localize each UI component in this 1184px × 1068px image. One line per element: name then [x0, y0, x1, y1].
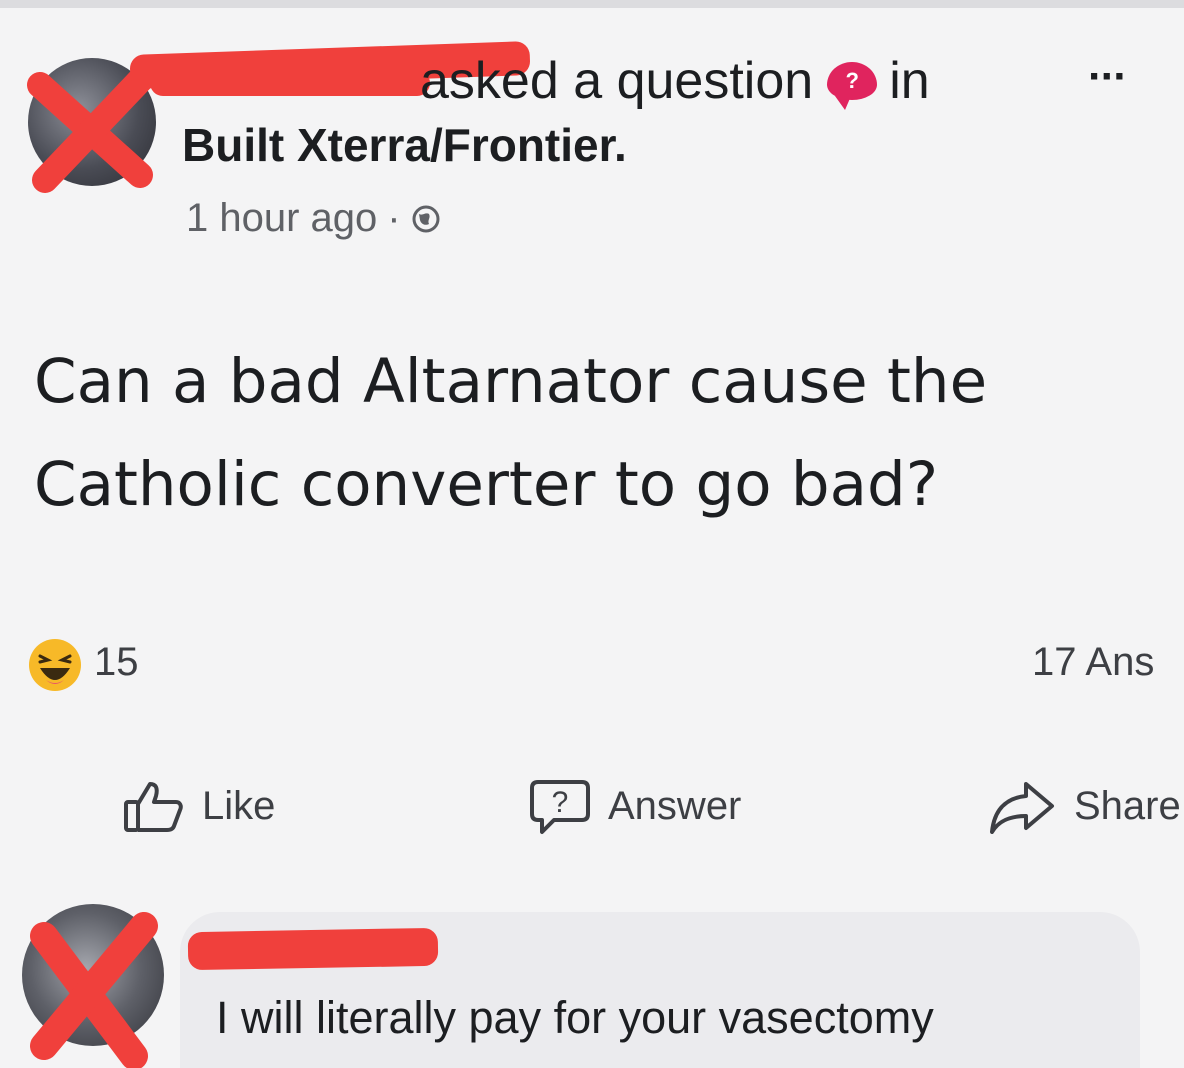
answer-button[interactable]: ? Answer: [528, 774, 741, 838]
question-line-1: Can a bad Altarnator cause the: [34, 346, 988, 417]
question-badge-icon: ?: [827, 62, 878, 110]
timestamp-link[interactable]: 1 hour ago: [186, 196, 377, 241]
post-meta: 1 hour ago ·: [186, 196, 441, 241]
like-button[interactable]: Like: [122, 774, 275, 838]
author-name-redaction-2: [150, 70, 430, 96]
commenter-name-redaction: [187, 927, 439, 971]
share-button[interactable]: Share: [988, 774, 1181, 838]
thumbs-up-icon: [124, 782, 183, 832]
answers-count[interactable]: 17 Ans: [1032, 640, 1154, 685]
question-text: Can a bad Altarnator cause the Catholic …: [34, 330, 1174, 536]
globe-icon: [412, 205, 440, 232]
top-divider: [0, 0, 1184, 8]
share-arrow-icon: [990, 782, 1054, 834]
haha-emoji-icon[interactable]: [26, 636, 84, 694]
in-text: in: [889, 52, 930, 110]
meta-separator: ·: [387, 196, 401, 240]
question-bubble-icon: ?: [530, 780, 590, 834]
comment-text: I will literally pay for your vasectomy: [216, 992, 934, 1043]
post-action-line: asked a question ? in: [420, 46, 930, 116]
reaction-count[interactable]: 15: [94, 640, 139, 685]
commenter-avatar-redaction-mark: [30, 912, 158, 1068]
group-name-link[interactable]: Built Xterra/Frontier.: [182, 118, 627, 172]
answer-label: Answer: [608, 783, 742, 828]
share-label: Share: [1074, 783, 1181, 828]
like-label: Like: [202, 783, 276, 828]
svg-text:?: ?: [552, 786, 569, 819]
question-line-2: Catholic converter to go bad?: [34, 449, 939, 520]
more-options-icon[interactable]: ···: [1088, 52, 1128, 102]
asked-question-text: asked a question: [420, 52, 814, 110]
